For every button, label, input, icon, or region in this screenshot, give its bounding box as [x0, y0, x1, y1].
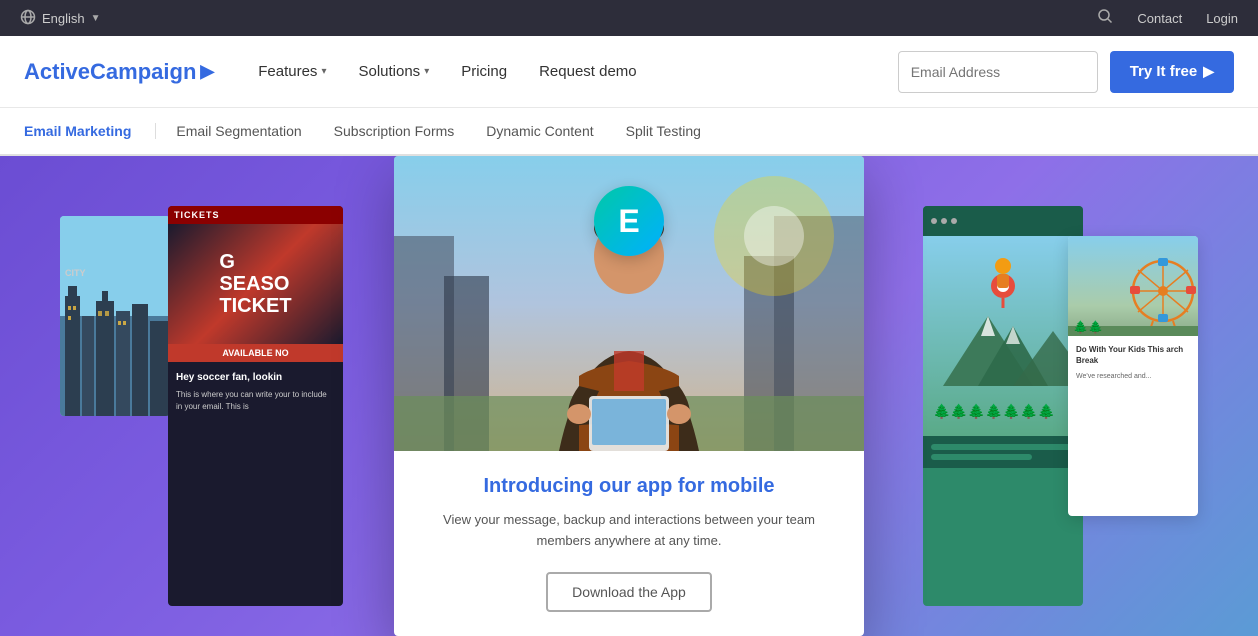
- nav-demo-label: Request demo: [539, 63, 637, 80]
- e-logo-letter: E: [618, 203, 639, 240]
- nav-bar: ActiveCampaign ▶ Features ▾ Solutions ▾ …: [0, 36, 1258, 108]
- search-icon[interactable]: [1097, 8, 1113, 29]
- nav-links: Features ▾ Solutions ▾ Pricing Request d…: [246, 55, 865, 88]
- nav-demo[interactable]: Request demo: [527, 55, 649, 88]
- map-line-2: [931, 454, 1032, 460]
- logo-text: ActiveCampaign: [24, 59, 196, 85]
- center-card-title: Introducing our app for mobile: [426, 475, 832, 498]
- tickets-big-text: GSEASOTICKET: [219, 251, 291, 317]
- city-skyline: CITY: [60, 216, 170, 416]
- hero-section: CITY TICKETS GSEASOTICKET AVAILABLE NO H…: [0, 156, 1258, 636]
- download-app-button[interactable]: Download the App: [546, 572, 712, 612]
- center-card: E Introducing our app for mobile View yo…: [394, 156, 864, 636]
- tickets-available: AVAILABLE NO: [168, 344, 343, 362]
- logo[interactable]: ActiveCampaign ▶: [24, 59, 214, 85]
- solutions-chevron-icon: ▾: [424, 66, 429, 77]
- map-header: [923, 206, 1083, 236]
- map-line-1: [931, 444, 1075, 450]
- blog-card-title: Do With Your Kids This arch Break: [1076, 344, 1190, 366]
- nav-pricing[interactable]: Pricing: [449, 55, 519, 88]
- blog-header-image: 🌲🌲: [1068, 236, 1198, 336]
- e-logo-circle: E: [594, 186, 664, 256]
- center-card-photo: E: [394, 156, 864, 451]
- email-input[interactable]: [898, 51, 1098, 93]
- blog-card: 🌲🌲 Do With Your Kids This arch Break We'…: [1068, 236, 1198, 516]
- top-bar: English ▼ Contact Login: [0, 0, 1258, 36]
- city-card: CITY: [60, 216, 170, 416]
- tickets-header: TICKETS: [168, 206, 343, 224]
- map-body: 🌲🌲🌲🌲🌲🌲🌲: [923, 236, 1083, 436]
- try-free-label: Try It free: [1130, 63, 1198, 80]
- login-link[interactable]: Login: [1206, 11, 1238, 26]
- map-dot-3: [951, 218, 957, 224]
- map-dot-2: [941, 218, 947, 224]
- top-bar-right: Contact Login: [1097, 8, 1238, 29]
- features-chevron-icon: ▾: [321, 66, 326, 77]
- sub-nav-links: Email Segmentation Subscription Forms Dy…: [176, 119, 701, 143]
- nav-solutions-label: Solutions: [358, 63, 420, 80]
- language-selector[interactable]: English ▼: [20, 9, 101, 28]
- map-footer: [923, 436, 1083, 468]
- tickets-body-text: This is where you can write your to incl…: [176, 389, 335, 413]
- try-free-button[interactable]: Try It free ▶: [1110, 51, 1234, 93]
- svg-text:CITY: CITY: [65, 268, 86, 278]
- nav-right: Try It free ▶: [898, 51, 1234, 93]
- center-card-description: View your message, backup and interactio…: [426, 510, 832, 552]
- subnav-split-testing[interactable]: Split Testing: [626, 119, 701, 143]
- nav-features[interactable]: Features ▾: [246, 55, 338, 88]
- sub-nav-title: Email Marketing: [24, 123, 156, 139]
- contact-link[interactable]: Contact: [1137, 11, 1182, 26]
- language-chevron-icon: ▼: [91, 13, 101, 24]
- sub-nav: Email Marketing Email Segmentation Subsc…: [0, 108, 1258, 156]
- tickets-body-title: Hey soccer fan, lookin: [176, 370, 335, 385]
- tickets-hero-area: GSEASOTICKET: [168, 224, 343, 344]
- center-card-content: Introducing our app for mobile View your…: [394, 451, 864, 636]
- subnav-email-segmentation[interactable]: Email Segmentation: [176, 119, 301, 143]
- logo-arrow-icon: ▶: [200, 61, 214, 82]
- nav-pricing-label: Pricing: [461, 63, 507, 80]
- tickets-body: Hey soccer fan, lookin This is where you…: [168, 362, 343, 421]
- language-label: English: [42, 11, 85, 26]
- map-header-dots: [931, 218, 957, 224]
- map-card: 🌲🌲🌲🌲🌲🌲🌲: [923, 206, 1083, 606]
- svg-text:🌲🌲: 🌲🌲: [1073, 320, 1103, 334]
- blog-body: Do With Your Kids This arch Break We've …: [1068, 336, 1198, 390]
- subnav-dynamic-content[interactable]: Dynamic Content: [486, 119, 593, 143]
- try-free-arrow-icon: ▶: [1203, 63, 1214, 80]
- tickets-card: TICKETS GSEASOTICKET AVAILABLE NO Hey so…: [168, 206, 343, 606]
- svg-text:🌲🌲🌲🌲🌲🌲🌲: 🌲🌲🌲🌲🌲🌲🌲: [933, 403, 1055, 420]
- blog-card-text: We've researched and...: [1076, 372, 1190, 382]
- map-dot-1: [931, 218, 937, 224]
- nav-solutions[interactable]: Solutions ▾: [346, 55, 441, 88]
- subnav-subscription-forms[interactable]: Subscription Forms: [334, 119, 455, 143]
- globe-icon: [20, 9, 36, 28]
- nav-features-label: Features: [258, 63, 317, 80]
